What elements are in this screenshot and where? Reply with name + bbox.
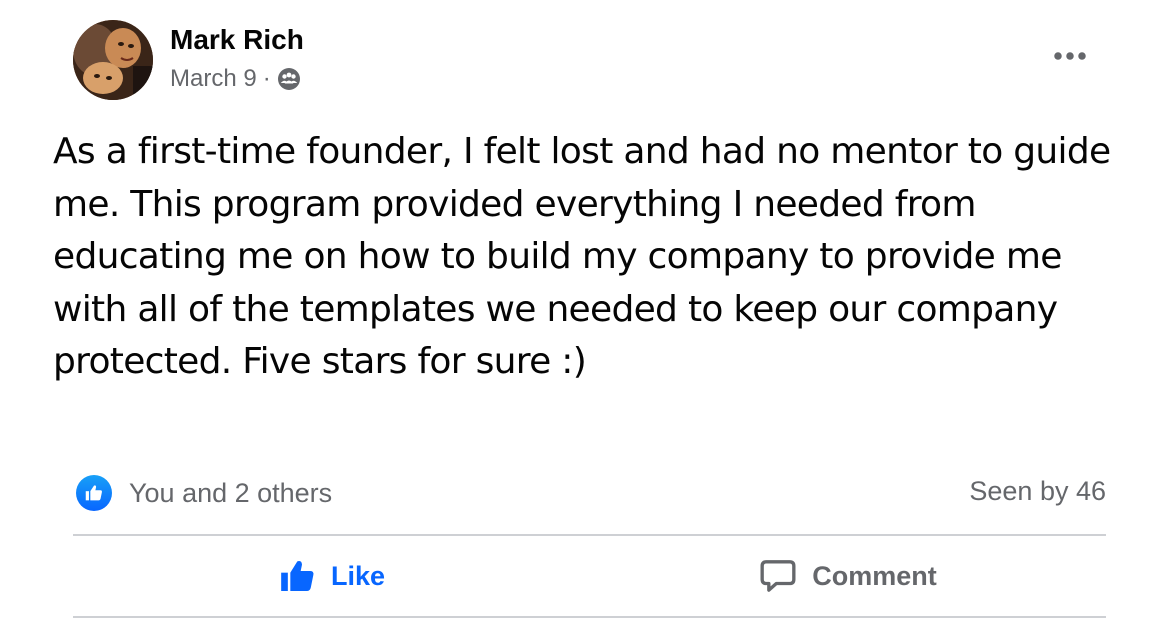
post-date[interactable]: March 9 — [170, 64, 257, 94]
more-options-button[interactable] — [1046, 36, 1094, 76]
post-card: Mark Rich March 9 · As a first-time foun… — [0, 0, 1158, 640]
like-reaction-icon — [76, 475, 112, 511]
avatar-photo — [73, 20, 153, 100]
comment-button[interactable]: Comment — [589, 540, 1106, 612]
like-button[interactable]: Like — [73, 540, 589, 612]
post-text: As a first-time founder, I felt lost and… — [53, 131, 1111, 382]
reaction-summary-text: You and 2 others — [129, 477, 333, 508]
thumbs-up-icon — [277, 556, 317, 596]
meta-separator: · — [262, 65, 271, 92]
post-meta: March 9 · — [170, 64, 301, 94]
comment-icon — [758, 556, 798, 596]
divider-top — [73, 534, 1106, 536]
author-avatar[interactable] — [73, 20, 153, 100]
like-button-label: Like — [330, 560, 386, 591]
friends-icon[interactable] — [277, 67, 301, 91]
divider-bottom — [73, 616, 1106, 618]
author-name[interactable]: Mark Rich — [170, 24, 304, 56]
comment-button-label: Comment — [812, 560, 937, 591]
seen-by-count[interactable]: Seen by 46 — [969, 476, 1106, 507]
reaction-summary[interactable]: You and 2 others — [76, 475, 332, 511]
more-horizontal-icon — [1054, 52, 1086, 60]
